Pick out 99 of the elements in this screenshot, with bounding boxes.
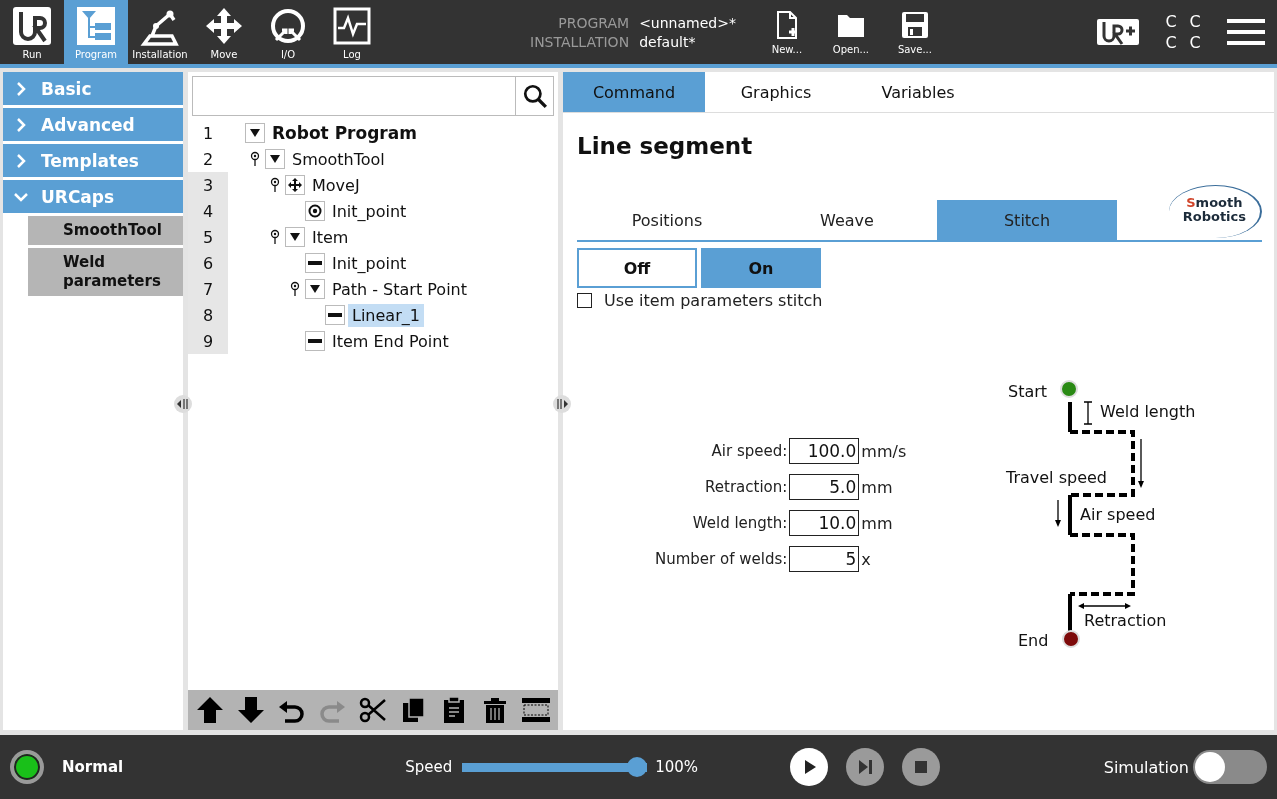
travel-speed-label: Travel speed (1006, 468, 1107, 487)
nav-tab[interactable]: Installation (128, 0, 192, 64)
end-label: End (1018, 631, 1049, 650)
simulation-label: Simulation (1103, 757, 1189, 777)
number-field[interactable]: 100.0 (789, 438, 860, 464)
search-field[interactable] (192, 76, 554, 116)
down-arrow (1055, 499, 1061, 527)
ur-logo-icon (12, 6, 52, 46)
speed-label: Speed (405, 758, 453, 776)
line-segment-icon[interactable] (305, 331, 325, 351)
robot-status: Normal (62, 758, 124, 776)
open-file-button[interactable]: Open... (819, 9, 882, 55)
ur-plus-icon[interactable] (1097, 17, 1139, 47)
sidebar-node-item[interactable]: SmoothTool (28, 216, 183, 245)
checkbox[interactable] (577, 293, 592, 308)
program-name: <unnamed>* (639, 14, 736, 31)
simulation-switch[interactable] (1193, 750, 1267, 784)
program-node[interactable]: Linear_1 (348, 303, 424, 327)
nav-tab[interactable]: Run (0, 0, 64, 64)
search-icon (521, 83, 548, 109)
program-node[interactable]: Item End Point (328, 329, 453, 353)
program-tree-icon (76, 6, 116, 46)
subtab[interactable]: Stitch (937, 200, 1117, 240)
io-icon (268, 6, 308, 46)
line-number: 3 (188, 172, 228, 198)
nav-tab[interactable]: I/O (256, 0, 320, 64)
weld-length-label: Weld length (1100, 402, 1196, 421)
line-number: 8 (188, 302, 228, 328)
program-node[interactable]: SmoothTool (288, 147, 389, 171)
move-arrows-icon[interactable] (285, 175, 305, 195)
unit-label: x (861, 549, 872, 569)
nav-tab[interactable]: Move (192, 0, 256, 64)
status-letter: C (1188, 33, 1202, 52)
pin-icon (270, 229, 280, 245)
number-field[interactable]: 5.0 (789, 474, 860, 500)
program-node[interactable]: Item (308, 225, 353, 249)
line-number: 1 (201, 122, 215, 145)
down-arrow (1138, 438, 1144, 488)
end-point-icon (1062, 630, 1080, 648)
save-file-button[interactable]: Save... (883, 9, 946, 55)
checkbox-label: Use item parameters stitch (604, 291, 823, 310)
waypoint-icon[interactable] (305, 201, 325, 221)
smooth-robotics-logo: Smooth Robotics (1168, 185, 1262, 238)
line-number: 6 (188, 250, 228, 276)
program-node[interactable]: Init_point (328, 199, 411, 223)
line-number: 2 (201, 148, 215, 171)
toggle-option[interactable]: On (701, 248, 821, 288)
sidebar-node-item[interactable]: Weld parameters (28, 248, 183, 296)
collapse-icon[interactable] (285, 227, 305, 247)
unit-label: mm (861, 513, 894, 533)
collapse-icon[interactable] (245, 123, 265, 143)
pin-icon (290, 281, 300, 297)
line-number: 5 (188, 224, 228, 250)
status-indicator (10, 750, 44, 784)
status-letter: C (1164, 12, 1178, 31)
pin-icon (270, 177, 280, 193)
installation-label: INSTALLATION (530, 33, 630, 50)
collapse-icon[interactable] (265, 149, 285, 169)
status-letter: C (1188, 12, 1202, 31)
start-label: Start (1008, 382, 1048, 401)
collapse-icon[interactable] (305, 279, 325, 299)
play-button[interactable] (790, 748, 829, 786)
move-arrows-icon (204, 6, 244, 46)
line-number: 7 (188, 276, 228, 302)
field-label: Weld length: (691, 514, 788, 532)
new-file-button[interactable]: New... (755, 9, 818, 55)
line-segment-icon[interactable] (325, 305, 345, 325)
line-segment-icon[interactable] (305, 253, 325, 273)
number-field[interactable]: 10.0 (789, 510, 860, 536)
program-node[interactable]: MoveJ (308, 173, 364, 197)
unit-label: mm/s (861, 441, 907, 461)
program-label: PROGRAM (558, 14, 630, 31)
toggle-option[interactable]: Off (577, 248, 697, 288)
program-node[interactable]: Path - Start Point (328, 277, 471, 301)
field-label: Retraction: (704, 478, 788, 496)
log-chart-icon (332, 6, 372, 46)
field-label: Number of welds: (655, 550, 788, 568)
unit-label: mm (861, 477, 894, 497)
command-title: Line segment (577, 133, 754, 159)
program-node[interactable]: Robot Program (268, 121, 421, 145)
retraction-label: Retraction (1084, 611, 1167, 630)
program-node[interactable]: Init_point (328, 251, 411, 275)
nav-tab[interactable]: Log (320, 0, 384, 64)
double-arrow (1078, 603, 1131, 609)
line-number: 9 (188, 328, 228, 354)
line-number: 4 (188, 198, 228, 224)
slider-thumb[interactable] (627, 757, 648, 777)
speed-value: 100% (655, 758, 699, 776)
status-letter: C (1164, 33, 1178, 52)
start-point-icon (1060, 380, 1078, 398)
menu-icon[interactable] (1227, 17, 1265, 47)
air-speed-label: Air speed (1080, 505, 1156, 524)
field-label: Air speed: (710, 442, 788, 460)
installation-name: default* (639, 33, 697, 50)
pin-icon (250, 151, 260, 167)
collapse-handle-icon[interactable] (173, 394, 193, 414)
panel-tab[interactable]: Command (563, 72, 705, 112)
dimension-marker (1083, 401, 1093, 425)
number-field[interactable]: 5 (789, 546, 860, 572)
